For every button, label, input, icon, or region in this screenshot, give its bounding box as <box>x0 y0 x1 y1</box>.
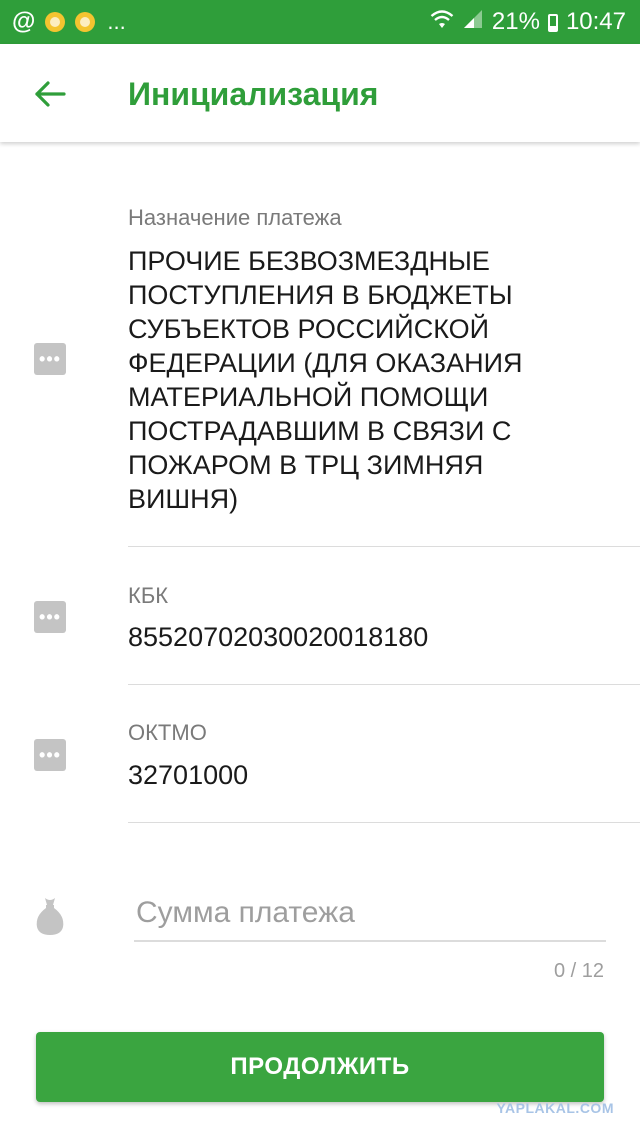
field-label: КБК <box>128 583 169 608</box>
divider <box>128 822 640 823</box>
page-title: Инициализация <box>128 76 379 112</box>
field-label: Назначение платежа <box>128 205 342 230</box>
status-bar: @ ... 21% 10:47 <box>0 0 640 44</box>
signal-icon <box>462 8 484 37</box>
field-value: ПРОЧИЕ БЕЗВОЗМЕЗДНЫЕ ПОСТУПЛЕНИЯ В БЮДЖЕ… <box>128 246 523 514</box>
amount-counter: 0 / 12 <box>553 960 604 982</box>
watermark: YAPLAKAL.COM <box>496 1100 614 1116</box>
more-icon[interactable]: ••• <box>34 601 66 633</box>
amount-input[interactable] <box>136 888 604 938</box>
field-value: 32701000 <box>128 760 249 790</box>
divider <box>128 546 640 547</box>
field-value: 85520702030020018180 <box>128 622 429 652</box>
at-icon: @ <box>12 8 36 35</box>
more-icon[interactable]: ••• <box>34 739 66 771</box>
continue-button[interactable]: ПРОДОЛЖИТЬ <box>36 1032 604 1102</box>
notification-icon <box>45 12 66 32</box>
status-bar-system: 21% 10:47 <box>430 0 626 44</box>
wifi-icon <box>430 8 454 37</box>
amount-underline <box>134 940 606 942</box>
status-bar-notifications: @ ... <box>0 10 126 34</box>
payment-screen: @ ... 21% 10:47 Инициализация ••• Назнач… <box>0 0 640 1138</box>
more-notifications-icon: ... <box>107 9 126 34</box>
battery-percent: 21% <box>491 8 540 35</box>
app-bar: Инициализация <box>0 44 640 142</box>
battery-icon <box>547 8 558 36</box>
back-button[interactable] <box>30 74 70 114</box>
divider <box>128 684 640 685</box>
more-icon[interactable]: ••• <box>34 343 66 375</box>
notification-icon <box>75 12 96 32</box>
field-label: ОКТМО <box>128 720 207 745</box>
money-bag-icon <box>34 896 66 936</box>
arrow-left-icon <box>35 81 66 107</box>
clock: 10:47 <box>565 8 626 35</box>
